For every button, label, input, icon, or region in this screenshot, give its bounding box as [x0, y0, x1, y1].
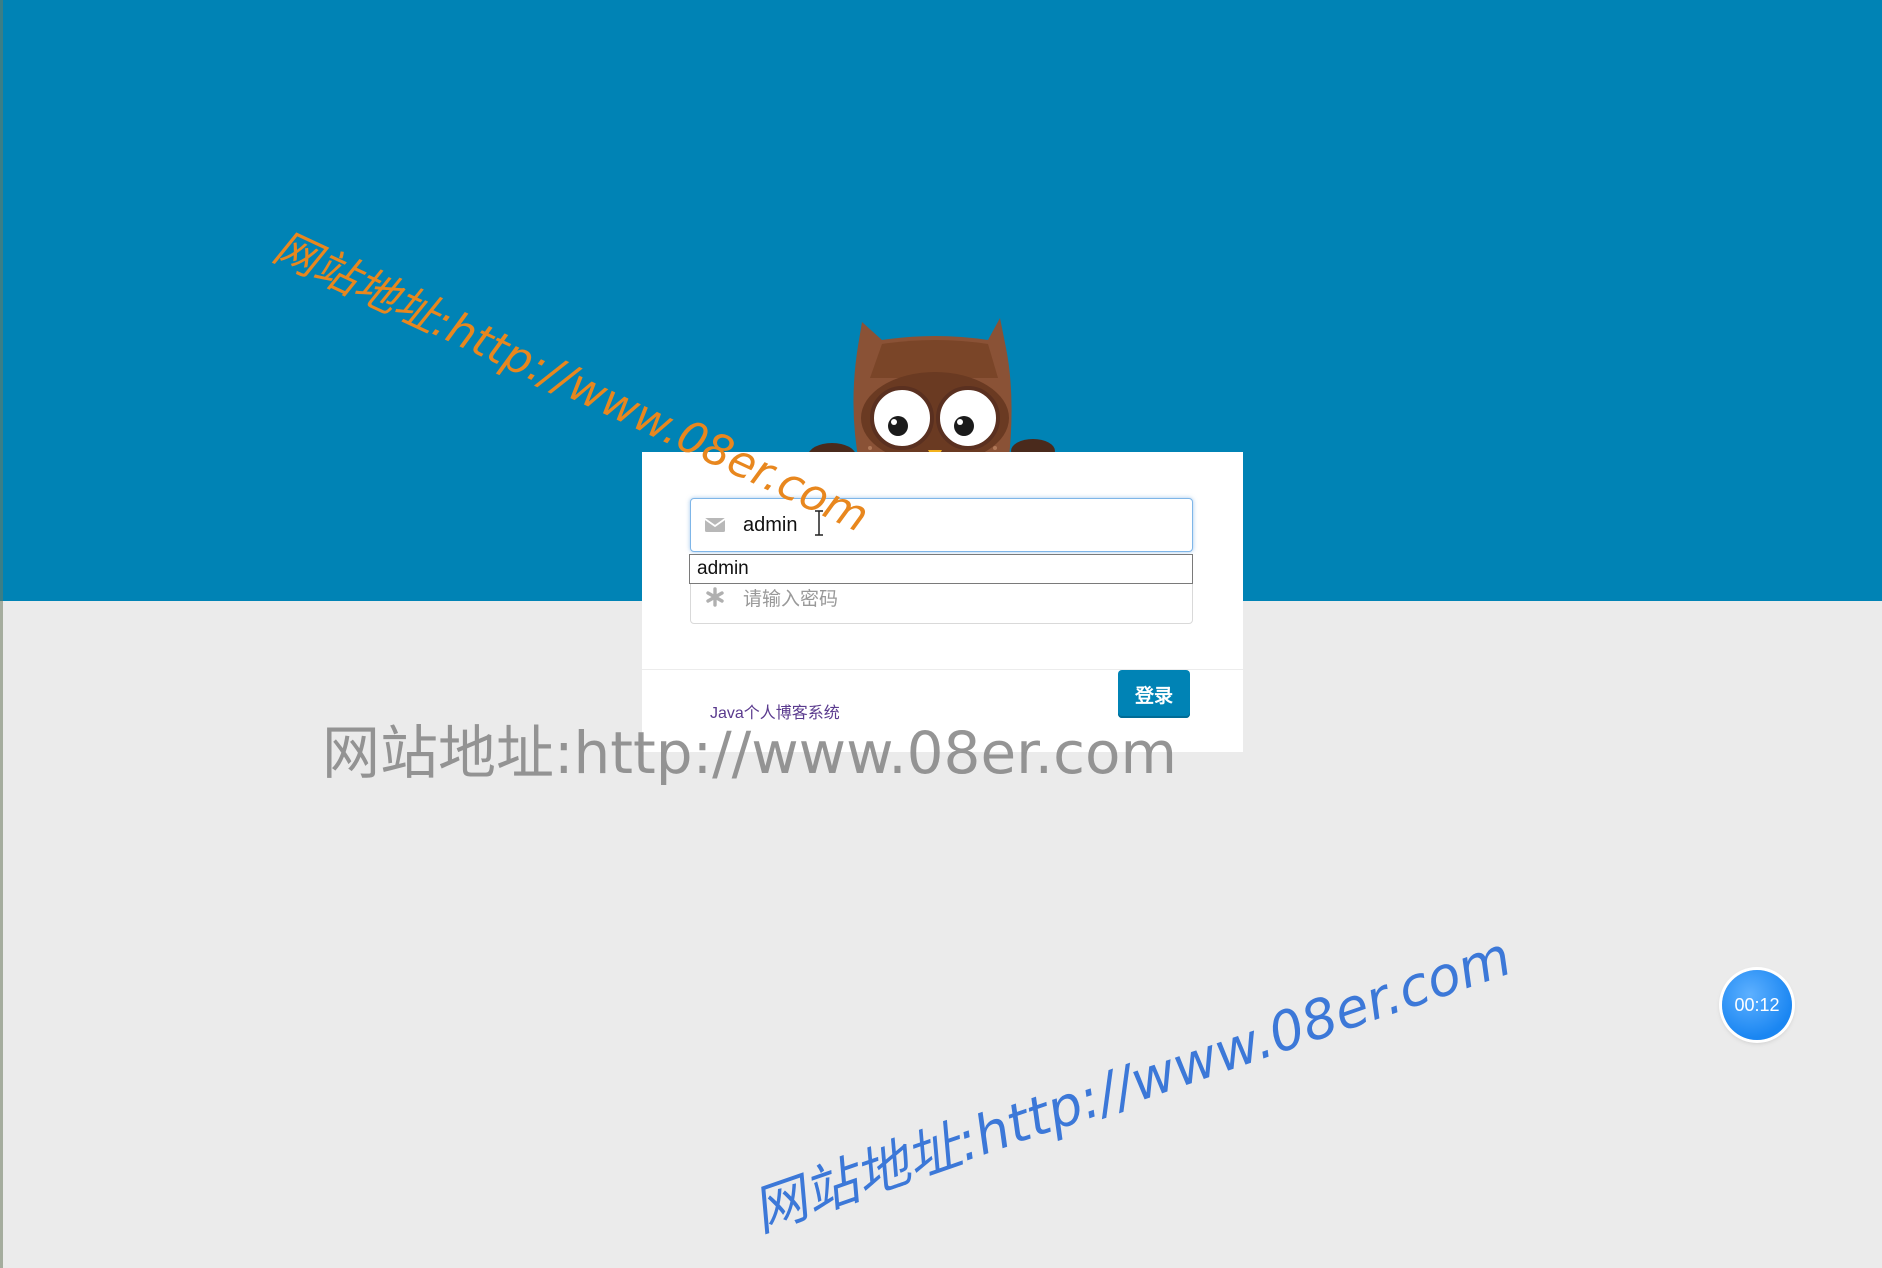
- timer-label: 00:12: [1734, 994, 1780, 1015]
- watermark-blue: 网站地址:http://www.08er.com: [744, 924, 1519, 1244]
- asterisk-icon: [706, 587, 724, 607]
- autocomplete-suggestion[interactable]: admin: [689, 554, 1193, 584]
- timer-bubble[interactable]: 00:12: [1722, 970, 1792, 1040]
- owl-mascot-icon: [808, 318, 1055, 468]
- watermark-gray: 网站地址:http://www.08er.com: [322, 719, 1177, 787]
- window-edge: [0, 0, 3, 1268]
- envelope-icon: [704, 518, 726, 532]
- username-field[interactable]: admin: [690, 498, 1193, 552]
